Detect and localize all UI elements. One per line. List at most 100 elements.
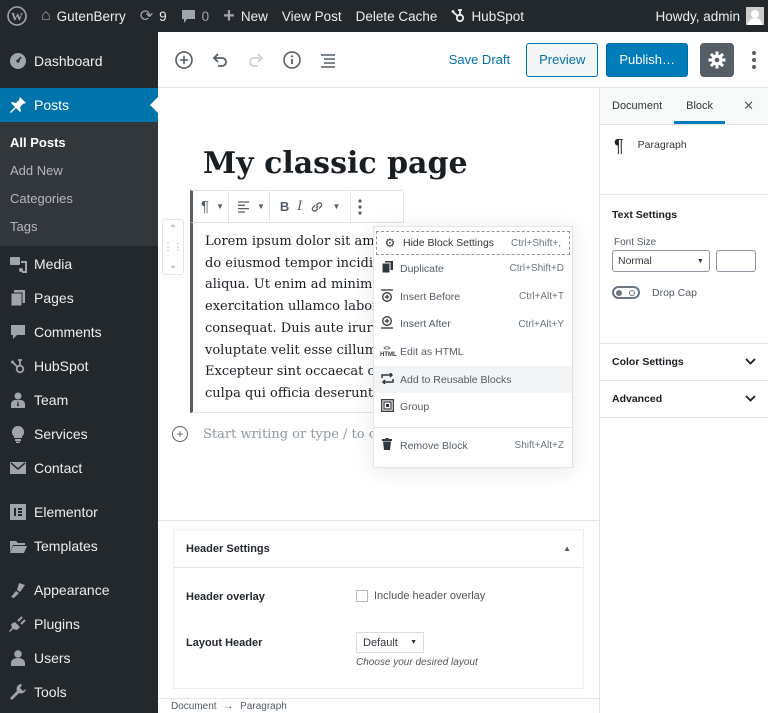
header-overlay-checkbox-row[interactable]: Include header overlay <box>356 590 485 602</box>
sidebar-label: Team <box>34 392 69 408</box>
post-title[interactable]: My classic page <box>203 146 468 181</box>
sidebar-item-users[interactable]: Users <box>0 641 158 675</box>
sidebar-item-tools[interactable]: Tools <box>0 675 158 709</box>
settings-toggle-button[interactable] <box>700 42 734 77</box>
breadcrumb-document[interactable]: Document <box>171 701 217 712</box>
add-block-button[interactable] <box>166 42 202 78</box>
sidebar-item-appearance[interactable]: Appearance <box>0 573 158 607</box>
breadcrumb-paragraph[interactable]: Paragraph <box>240 701 287 712</box>
submenu-tags[interactable]: Tags <box>0 212 158 240</box>
sidebar-item-team[interactable]: Team <box>0 383 158 417</box>
sidebar-item-templates[interactable]: Templates <box>0 529 158 563</box>
editor-header: Save Draft Preview Publish… <box>158 32 768 88</box>
menu-item-remove-block[interactable]: Remove Block Shift+Alt+Z <box>374 432 572 460</box>
content-info-button[interactable] <box>274 42 310 78</box>
comments-link[interactable]: 0 <box>174 0 217 32</box>
move-up-button[interactable]: ⌃ <box>169 224 177 235</box>
sidebar-label: Posts <box>34 97 70 113</box>
submenu-categories[interactable]: Categories <box>0 184 158 212</box>
drag-handle[interactable]: ⋮⋮ <box>163 242 183 253</box>
menu-item-duplicate[interactable]: Duplicate Ctrl+Shift+D <box>374 255 572 283</box>
redo-button[interactable] <box>238 42 274 78</box>
collapse-arrow-icon: ▲ <box>563 544 571 553</box>
metabox-header[interactable]: Header Settings ▲ <box>174 530 583 568</box>
header-settings-metabox: Header Settings ▲ Header overlay Include… <box>158 520 599 698</box>
html-icon: <> HTML <box>380 345 397 358</box>
menu-item-insert-before[interactable]: Insert Before Ctrl+Alt+T <box>374 283 572 311</box>
more-formatting-button[interactable]: ▼ <box>328 191 344 222</box>
sidebar-item-contact[interactable]: Contact <box>0 451 158 485</box>
menu-item-add-to-reusable-blocks[interactable]: Add to Reusable Blocks <box>374 365 572 394</box>
font-size-select[interactable]: Normal ▼ <box>612 250 710 272</box>
advanced-panel-toggle[interactable]: Advanced <box>600 381 768 418</box>
layout-header-select[interactable]: Default ▼ <box>356 632 424 653</box>
menu-item-hide-block-settings[interactable]: ⚙ Hide Block Settings Ctrl+Shift+, <box>376 231 570 255</box>
sidebar-label: HubSpot <box>34 358 89 374</box>
tab-document[interactable]: Document <box>600 88 674 124</box>
sidebar-item-media[interactable]: Media <box>0 247 158 281</box>
delete-cache-link[interactable]: Delete Cache <box>349 0 445 32</box>
color-settings-panel-toggle[interactable]: Color Settings <box>600 344 768 381</box>
undo-icon <box>212 52 227 67</box>
header-overlay-label: Header overlay <box>186 591 265 603</box>
metabox-title: Header Settings <box>186 542 270 555</box>
sidebar-item-dashboard[interactable]: Dashboard <box>0 44 158 78</box>
custom-font-size-input[interactable] <box>715 250 756 272</box>
gear-icon: ⚙ <box>384 236 396 250</box>
menu-item-edit-as-html[interactable]: <> HTML Edit as HTML <box>374 338 572 366</box>
preview-button[interactable]: Preview <box>526 42 599 77</box>
paragraph-icon: ¶ <box>201 198 210 215</box>
link-button[interactable] <box>306 191 328 222</box>
font-size-value: Normal <box>618 255 652 267</box>
updates-link[interactable]: ⟳ 9 <box>133 0 174 32</box>
font-size-label: Font Size <box>614 237 657 248</box>
block-card: ¶ Paragraph <box>600 125 768 195</box>
advanced-title: Advanced <box>612 393 663 405</box>
plus-circle-icon: + <box>172 426 188 442</box>
submenu-all-posts[interactable]: All Posts <box>0 128 158 156</box>
insert-after-icon <box>380 316 394 332</box>
gear-icon <box>708 51 726 68</box>
block-more-options-button[interactable] <box>351 191 369 222</box>
sidebar-item-pages[interactable]: Pages <box>0 281 158 315</box>
wordpress-logo[interactable]: W <box>0 0 34 32</box>
view-post-link[interactable]: View Post <box>275 0 349 32</box>
sidebar-item-elementor[interactable]: Elementor <box>0 495 158 529</box>
paragraph-icon: ¶ <box>614 136 624 156</box>
submenu-add-new[interactable]: Add New <box>0 156 158 184</box>
block-navigation-button[interactable] <box>310 42 346 78</box>
header-overlay-checkbox[interactable] <box>356 590 368 602</box>
move-down-button[interactable]: ⌄ <box>169 260 177 271</box>
tab-block[interactable]: Block <box>674 88 726 124</box>
svg-text:W: W <box>11 10 23 24</box>
menu-item-insert-after[interactable]: Insert After Ctrl+Alt+Y <box>374 310 572 338</box>
sidebar-item-plugins[interactable]: Plugins <box>0 607 158 641</box>
caret-down-icon: ▼ <box>216 202 224 211</box>
menu-label: Insert Before <box>400 290 461 303</box>
menu-item-group[interactable]: Group <box>374 393 572 421</box>
new-content-link[interactable]: + New <box>216 0 275 32</box>
undo-button[interactable] <box>202 42 238 78</box>
reusable-icon <box>380 372 394 387</box>
my-account-link[interactable]: Howdy, admin <box>648 0 768 32</box>
more-tools-button[interactable] <box>740 43 768 77</box>
sidebar-item-comments[interactable]: Comments <box>0 315 158 349</box>
publish-button[interactable]: Publish… <box>606 42 688 77</box>
menu-shortcut: Ctrl+Alt+Y <box>518 318 564 330</box>
site-name-link[interactable]: ⌂ GutenBerry <box>34 0 133 32</box>
sidebar-item-posts[interactable]: Posts <box>0 88 158 122</box>
updates-count: 9 <box>159 8 167 24</box>
drop-cap-toggle[interactable] <box>612 286 640 299</box>
hubspot-icon <box>451 8 465 24</box>
hubspot-link[interactable]: HubSpot <box>444 0 531 32</box>
close-settings-button[interactable]: ✕ <box>729 98 768 114</box>
italic-button[interactable]: I <box>293 191 306 222</box>
dashboard-icon <box>8 51 28 71</box>
site-name: GutenBerry <box>56 8 126 24</box>
bold-button[interactable]: B <box>276 191 293 222</box>
sidebar-item-services[interactable]: Services <box>0 417 158 451</box>
save-draft-button[interactable]: Save Draft <box>439 52 520 67</box>
block-type-switcher[interactable]: ¶ ▼ <box>193 191 229 222</box>
align-button[interactable]: ▼ <box>229 191 270 222</box>
sidebar-item-hubspot[interactable]: HubSpot <box>0 349 158 383</box>
